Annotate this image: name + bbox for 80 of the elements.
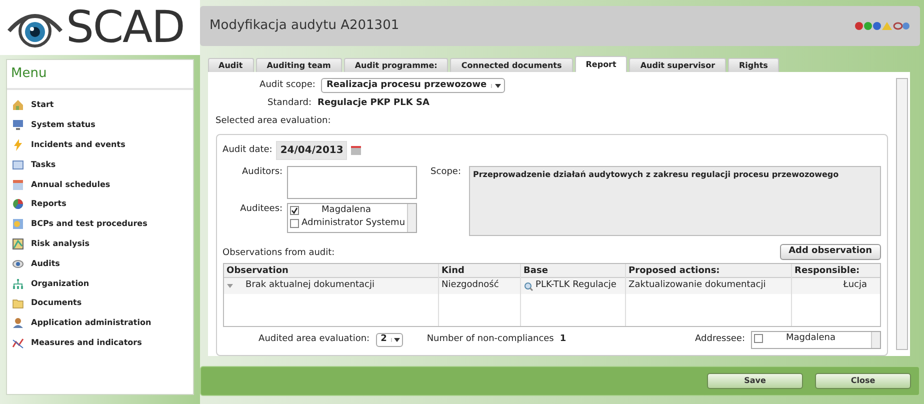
field-label: Addressee: xyxy=(695,333,745,346)
audit-scope-dropdown[interactable]: Realizacja procesu przewozowe xyxy=(321,78,505,93)
field-label: Standard: xyxy=(268,97,312,110)
line-chart-icon xyxy=(12,336,24,349)
folder-icon xyxy=(12,297,24,310)
field-label: Number of non-compliances xyxy=(426,333,554,346)
scrollbar[interactable] xyxy=(871,332,880,348)
lightning-icon xyxy=(12,138,24,151)
menu-item[interactable]: Annual schedules xyxy=(7,174,193,194)
menu-item[interactable]: Application administration xyxy=(7,313,193,334)
column-header: Responsible: xyxy=(794,265,861,278)
tab[interactable]: Audit xyxy=(208,58,254,72)
field-label: Scope: xyxy=(430,166,461,179)
tab[interactable]: Audit programme: xyxy=(344,58,448,72)
menu-item[interactable]: Incidents and events xyxy=(7,135,193,155)
checkbox[interactable] xyxy=(290,206,299,215)
tab[interactable]: Rights xyxy=(728,58,779,72)
menu-item[interactable]: BCPs and test procedures xyxy=(7,214,193,234)
document-icon xyxy=(12,218,24,230)
checkbox-label: Magdalena xyxy=(322,204,372,217)
scope-field: Przeprowadzenie działań audytowych z zakresu regulacji procesu przewozowego xyxy=(469,166,881,236)
table-cell-text: Brak aktualnej dokumentacji xyxy=(246,279,374,292)
field-label: Audit date: xyxy=(222,144,272,157)
checkbox-label: Administrator Systemu xyxy=(302,216,406,230)
dialog-button[interactable]: Save xyxy=(707,373,803,389)
menu-item[interactable]: System status xyxy=(7,115,193,136)
pie-chart-icon xyxy=(12,198,24,210)
toolbar-icons-drawing[interactable] xyxy=(854,21,910,31)
field-label: Audited area evaluation: xyxy=(258,333,370,346)
table-cell-text: Zaktualizowanie dokumentacji xyxy=(628,279,766,292)
table-cell-text: Niezgodność xyxy=(442,279,499,292)
menu-item[interactable]: Risk analysis xyxy=(7,234,193,254)
menu-item[interactable]: Measures and indicators xyxy=(7,333,193,353)
menu-title: Menu xyxy=(7,60,193,90)
addressee-list[interactable]: Magdalena xyxy=(751,331,881,349)
window-title: Modyfikacja audytu A201301 xyxy=(210,17,400,36)
noncompliance-count: 1 xyxy=(560,333,566,346)
section-label: Selected area evaluation: xyxy=(216,114,332,128)
magnifier-icon[interactable] xyxy=(524,282,533,290)
field-label: Auditors: xyxy=(241,166,283,179)
caret-icon xyxy=(394,338,400,342)
date-field[interactable]: 24/04/2013 xyxy=(276,141,348,160)
tab[interactable]: Auditing team xyxy=(256,58,342,72)
tab[interactable]: Audit supervisor xyxy=(629,58,726,72)
tab[interactable]: Connected documents xyxy=(450,58,573,72)
scrollbar[interactable] xyxy=(896,78,908,350)
field-label: Auditees: xyxy=(239,203,283,216)
standard-value: Regulacje PKP PLK SA xyxy=(318,97,430,110)
hierarchy-icon xyxy=(12,278,24,290)
dialog-button[interactable]: Close xyxy=(815,373,911,389)
add-observation-button[interactable]: Add observation xyxy=(780,244,881,260)
checkbox-label: Magdalena xyxy=(786,332,836,345)
section-label: Observations from audit: xyxy=(222,246,335,260)
tab[interactable]: Report xyxy=(574,56,628,72)
calendar-icon[interactable] xyxy=(351,146,362,155)
menu-item[interactable]: Documents xyxy=(7,293,193,314)
menu-item[interactable]: Audits xyxy=(7,254,193,274)
caret-icon xyxy=(494,84,501,88)
monitor-icon xyxy=(12,119,24,132)
menu-item[interactable]: Tasks xyxy=(7,154,193,175)
window-icon xyxy=(12,158,24,171)
map-icon xyxy=(12,238,24,250)
table-cell-text: Łucja xyxy=(843,279,868,292)
logo-text: SCAD xyxy=(66,6,184,50)
evaluation-dropdown[interactable]: 2 xyxy=(376,333,403,347)
eye-icon xyxy=(12,258,24,270)
user-icon xyxy=(12,317,24,330)
scrollbar[interactable] xyxy=(406,204,416,232)
expand-icon[interactable] xyxy=(226,284,233,288)
field-label: Audit scope: xyxy=(260,78,316,92)
checkbox[interactable] xyxy=(290,219,299,228)
table-cell-text: PLK-TLK Regulacje xyxy=(536,279,616,292)
home-icon xyxy=(12,99,24,112)
calendar-icon xyxy=(12,178,24,191)
checkbox[interactable] xyxy=(754,334,763,343)
auditees-list[interactable]: Magdalena Administrator Systemu xyxy=(286,203,417,233)
auditors-field[interactable] xyxy=(286,166,417,199)
menu-item[interactable]: Start xyxy=(7,96,193,116)
menu-item[interactable]: Organization xyxy=(7,274,193,294)
menu-item[interactable]: Reports xyxy=(7,194,193,214)
